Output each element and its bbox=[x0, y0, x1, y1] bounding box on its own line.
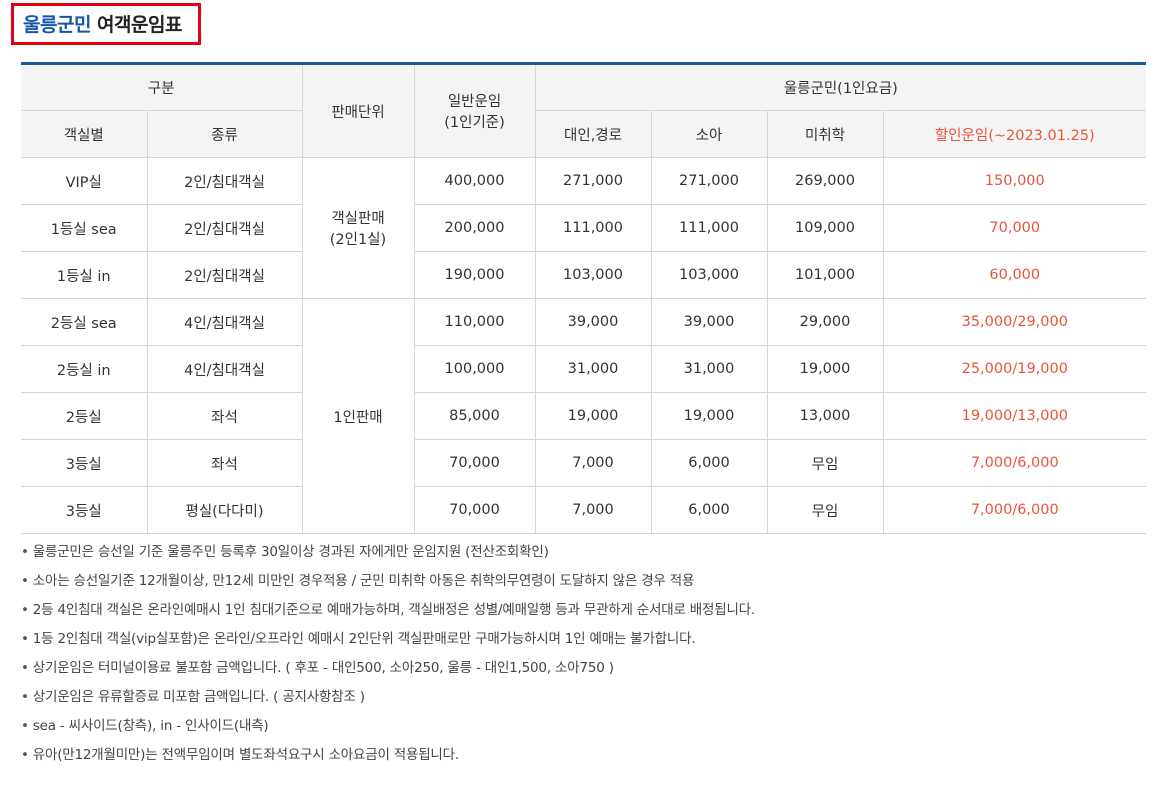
table-row: 2등실 in 4인/침대객실 100,000 31,000 31,000 19,… bbox=[21, 345, 1147, 393]
table-row: 1등실 sea 2인/침대객실 200,000 111,000 111,000 … bbox=[21, 204, 1147, 252]
cell-adult: 7,000 bbox=[534, 486, 652, 534]
note-item: 상기운임은 터미널이용료 불포함 금액입니다. ( 후포 - 대인500, 소아… bbox=[21, 656, 755, 685]
cell-child: 6,000 bbox=[650, 439, 768, 487]
cell-preschool: 19,000 bbox=[766, 345, 884, 393]
cell-preschool: 무임 bbox=[766, 439, 884, 487]
cell-room: 1등실 sea bbox=[21, 204, 148, 252]
cell-child: 39,000 bbox=[650, 298, 768, 346]
table-row: 1등실 in 2인/침대객실 190,000 103,000 103,000 1… bbox=[21, 251, 1147, 299]
cell-kind: 2인/침대객실 bbox=[146, 157, 303, 205]
cell-preschool: 109,000 bbox=[766, 204, 884, 252]
cell-room: 2등실 bbox=[21, 392, 148, 440]
cell-kind: 2인/침대객실 bbox=[146, 204, 303, 252]
cell-adult: 111,000 bbox=[534, 204, 652, 252]
cell-discount: 70,000 bbox=[882, 204, 1147, 252]
table-row: 3등실 좌석 70,000 7,000 6,000 무임 7,000/6,000 bbox=[21, 439, 1147, 487]
title-accent: 울릉군민 bbox=[23, 14, 91, 36]
cell-kind: 2인/침대객실 bbox=[146, 251, 303, 299]
header-adult: 대인,경로 bbox=[534, 110, 652, 158]
cell-child: 31,000 bbox=[650, 345, 768, 393]
cell-room: 3등실 bbox=[21, 439, 148, 487]
cell-preschool: 무임 bbox=[766, 486, 884, 534]
note-item: 2등 4인침대 객실은 온라인예매시 1인 침대기준으로 예매가능하며, 객실배… bbox=[21, 598, 755, 627]
note-item: sea - 씨사이드(창측), in - 인사이드(내측) bbox=[21, 714, 755, 743]
notes-list: 울릉군민은 승선일 기준 울릉주민 등록후 30일이상 경과된 자에게만 운임지… bbox=[21, 540, 755, 772]
cell-preschool: 101,000 bbox=[766, 251, 884, 299]
table-row: VIP실 2인/침대객실 객실판매 (2인1실) 400,000 271,000… bbox=[21, 157, 1147, 299]
cell-discount: 35,000/29,000 bbox=[882, 298, 1147, 346]
cell-kind: 좌석 bbox=[146, 439, 303, 487]
cell-regular: 200,000 bbox=[413, 204, 536, 252]
table-row: 2등실 좌석 85,000 19,000 19,000 13,000 19,00… bbox=[21, 392, 1147, 440]
cell-regular: 85,000 bbox=[413, 392, 536, 440]
table-row: 2등실 sea 4인/침대객실 1인판매 110,000 39,000 39,0… bbox=[21, 298, 1147, 534]
cell-kind: 평실(다다미) bbox=[146, 486, 303, 534]
cell-kind: 4인/침대객실 bbox=[146, 345, 303, 393]
note-item: 상기운임은 유류할증료 미포함 금액입니다. ( 공지사항참조 ) bbox=[21, 685, 755, 714]
header-preschool: 미취학 bbox=[766, 110, 884, 158]
header-regular-fare-line1: 일반운임 bbox=[447, 94, 502, 110]
cell-discount: 19,000/13,000 bbox=[882, 392, 1147, 440]
cell-room: 1등실 in bbox=[21, 251, 148, 299]
header-kind: 종류 bbox=[146, 110, 303, 158]
cell-kind: 좌석 bbox=[146, 392, 303, 440]
sales-unit-cabin-line2: (2인1실) bbox=[329, 232, 387, 248]
cell-preschool: 29,000 bbox=[766, 298, 884, 346]
table-row: 3등실 평실(다다미) 70,000 7,000 6,000 무임 7,000/… bbox=[21, 486, 1147, 534]
title-rest: 여객운임표 bbox=[97, 14, 182, 36]
cell-preschool: 269,000 bbox=[766, 157, 884, 205]
cell-adult: 271,000 bbox=[534, 157, 652, 205]
cell-room: VIP실 bbox=[21, 157, 148, 205]
header-regular-fare: 일반운임 (1인기준) bbox=[413, 63, 536, 158]
note-item: 유아(만12개월미만)는 전액무임이며 별도좌석요구시 소아요금이 적용됩니다. bbox=[21, 743, 755, 772]
cell-sales-unit-cabin: 객실판매 (2인1실) bbox=[301, 157, 415, 299]
cell-kind: 4인/침대객실 bbox=[146, 298, 303, 346]
cell-child: 271,000 bbox=[650, 157, 768, 205]
cell-regular: 100,000 bbox=[413, 345, 536, 393]
cell-child: 6,000 bbox=[650, 486, 768, 534]
header-resident-group: 울릉군민(1인요금) bbox=[534, 63, 1147, 111]
cell-adult: 31,000 bbox=[534, 345, 652, 393]
header-row-2: 객실별 종류 대인,경로 소아 미취학 할인운임(~2023.01.25) bbox=[21, 110, 1147, 158]
cell-regular: 110,000 bbox=[413, 298, 536, 346]
cell-child: 111,000 bbox=[650, 204, 768, 252]
cell-regular: 70,000 bbox=[413, 439, 536, 487]
header-regular-fare-line2: (1인기준) bbox=[444, 115, 505, 131]
cell-child: 19,000 bbox=[650, 392, 768, 440]
cell-discount: 25,000/19,000 bbox=[882, 345, 1147, 393]
cell-adult: 19,000 bbox=[534, 392, 652, 440]
cell-preschool: 13,000 bbox=[766, 392, 884, 440]
header-discount: 할인운임(~2023.01.25) bbox=[882, 110, 1147, 158]
cell-sales-unit-per-person: 1인판매 bbox=[301, 298, 415, 534]
cell-discount: 7,000/6,000 bbox=[882, 439, 1147, 487]
sales-unit-cabin-line1: 객실판매 bbox=[331, 211, 385, 227]
cell-room: 2등실 in bbox=[21, 345, 148, 393]
header-room-type: 객실별 bbox=[21, 110, 148, 158]
cell-room: 3등실 bbox=[21, 486, 148, 534]
cell-discount: 150,000 bbox=[882, 157, 1147, 205]
fare-table: 구분 판매단위 일반운임 (1인기준) 울릉군민(1인요금) 객실별 종류 대인… bbox=[21, 62, 1147, 534]
note-item: 소아는 승선일기준 12개월이상, 만12세 미만인 경우적용 / 군민 미취학… bbox=[21, 569, 755, 598]
header-category: 구분 bbox=[21, 63, 303, 111]
header-child: 소아 bbox=[650, 110, 768, 158]
cell-adult: 7,000 bbox=[534, 439, 652, 487]
cell-regular: 400,000 bbox=[413, 157, 536, 205]
header-row-1: 구분 판매단위 일반운임 (1인기준) 울릉군민(1인요금) bbox=[21, 63, 1147, 158]
cell-adult: 39,000 bbox=[534, 298, 652, 346]
cell-regular: 190,000 bbox=[413, 251, 536, 299]
cell-discount: 60,000 bbox=[882, 251, 1147, 299]
note-item: 울릉군민은 승선일 기준 울릉주민 등록후 30일이상 경과된 자에게만 운임지… bbox=[21, 540, 755, 569]
header-sales-unit: 판매단위 bbox=[301, 63, 415, 158]
cell-adult: 103,000 bbox=[534, 251, 652, 299]
cell-discount: 7,000/6,000 bbox=[882, 486, 1147, 534]
cell-regular: 70,000 bbox=[413, 486, 536, 534]
cell-child: 103,000 bbox=[650, 251, 768, 299]
note-item: 1등 2인침대 객실(vip실포함)은 온라인/오프라인 예매시 2인단위 객실… bbox=[21, 627, 755, 656]
page-title: 울릉군민 여객운임표 bbox=[23, 10, 182, 37]
cell-room: 2등실 sea bbox=[21, 298, 148, 346]
